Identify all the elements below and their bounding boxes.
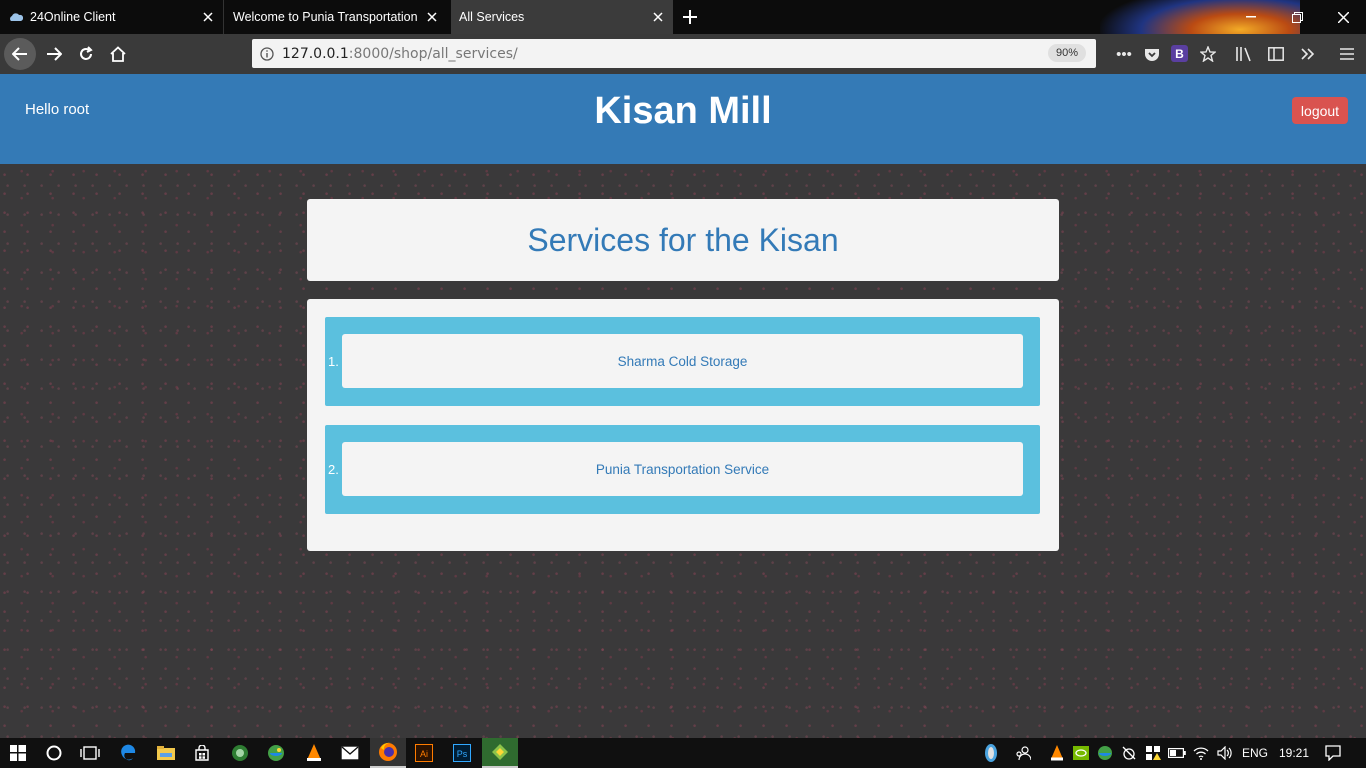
address-bar[interactable]: 127.0.0.1:8000/shop/all_services/ 90% [252,39,1096,68]
list-item-number: 1. [328,354,339,369]
bookmark-star-icon[interactable] [1196,42,1220,66]
forward-button[interactable] [38,38,70,70]
list-item-number: 2. [328,462,339,477]
zoom-level[interactable]: 90% [1047,44,1086,62]
menu-hamburger-icon[interactable] [1335,42,1359,66]
tab-all-services[interactable]: All Services [451,0,673,34]
vlc-icon[interactable] [296,738,332,768]
network-disconnected-icon[interactable] [1118,738,1140,768]
windows-start-icon[interactable] [0,738,36,768]
tab-strip: 24Online Client Welcome to Punia Transpo… [0,0,1366,74]
forward-arrow-icon [47,47,62,61]
minimize-button[interactable] [1228,0,1274,34]
nav-bar: 127.0.0.1:8000/shop/all_services/ 90% ••… [0,34,1366,74]
site-header: Hello root Kisan Mill logout [0,74,1366,164]
input-language[interactable]: ENG [1238,738,1272,768]
close-icon[interactable] [197,6,219,28]
battery-icon[interactable] [1166,738,1188,768]
clock-time[interactable]: 19:21 [1274,738,1314,768]
illustrator-label: Ai [420,749,428,759]
task-view-icon[interactable] [72,738,108,768]
sidebar-icon[interactable] [1264,42,1288,66]
cortana-search-icon[interactable] [36,738,72,768]
home-button[interactable] [102,38,134,70]
close-icon[interactable] [647,6,669,28]
close-icon[interactable] [421,6,443,28]
page-actions-icon[interactable]: ••• [1112,42,1136,66]
tab-title: 24Online Client [30,10,116,24]
nvidia-icon[interactable] [1070,738,1092,768]
service-button-sharma[interactable]: Sharma Cold Storage [342,334,1023,388]
app-green-icon[interactable] [222,738,258,768]
pycharm-icon[interactable] [482,738,518,768]
reload-button[interactable] [70,38,102,70]
info-icon[interactable] [252,46,282,61]
photoshop-label: Ps [457,749,468,759]
bootstrap-extension-icon[interactable]: B [1171,45,1188,62]
mail-icon[interactable] [332,738,368,768]
illustrator-icon[interactable]: Ai [406,738,442,768]
close-window-button[interactable] [1320,0,1366,34]
tab-title: Welcome to Punia Transportation S [233,10,421,24]
new-tab-button[interactable] [678,5,702,29]
cloud-icon [8,9,24,25]
home-icon [110,46,126,62]
page-content: Hello root Kisan Mill logout Services fo… [0,74,1366,738]
list-item: 2. Punia Transportation Service [325,425,1040,514]
services-title-panel: Services for the Kisan [307,199,1059,281]
library-icon[interactable] [1232,42,1256,66]
services-list: 1. Sharma Cold Storage 2. Punia Transpor… [307,299,1059,551]
store-icon[interactable] [184,738,220,768]
file-explorer-icon[interactable] [148,738,184,768]
logout-button[interactable]: logout [1292,97,1348,124]
back-button[interactable] [4,38,36,70]
pocket-icon[interactable] [1140,42,1164,66]
url-host: 127.0.0.1 [282,45,349,62]
list-item: 1. Sharma Cold Storage [325,317,1040,406]
url-path: :8000/shop/all_services/ [348,45,518,62]
security-warning-icon[interactable] [1142,738,1164,768]
firefox-taskbar-icon[interactable] [370,738,406,768]
action-center-icon[interactable] [1320,738,1346,768]
wifi-icon[interactable] [1190,738,1212,768]
volume-icon[interactable] [1214,738,1236,768]
overflow-chevron-icon[interactable] [1296,42,1320,66]
tab-title: All Services [459,10,525,24]
tab-24online[interactable]: 24Online Client [0,0,224,34]
brand-title[interactable]: Kisan Mill [0,90,1366,133]
vlc-tray-icon[interactable] [1046,738,1068,768]
back-arrow-icon [12,47,27,61]
app-globe-icon[interactable] [258,738,294,768]
tab-punia[interactable]: Welcome to Punia Transportation S [225,0,447,34]
plus-icon [683,10,697,24]
page-title: Services for the Kisan [527,221,839,258]
edge-icon[interactable] [110,738,146,768]
photoshop-icon[interactable]: Ps [444,738,480,768]
reload-icon [80,46,93,60]
app-globe-tray-icon[interactable] [1094,738,1116,768]
people-avatar-icon[interactable] [980,738,1002,768]
restore-button[interactable] [1274,0,1320,34]
url-text: 127.0.0.1:8000/shop/all_services/ [282,46,518,62]
people-icon[interactable] [1012,738,1034,768]
taskbar: Ai Ps ENG 19:21 [0,738,1366,768]
service-button-punia[interactable]: Punia Transportation Service [342,442,1023,496]
